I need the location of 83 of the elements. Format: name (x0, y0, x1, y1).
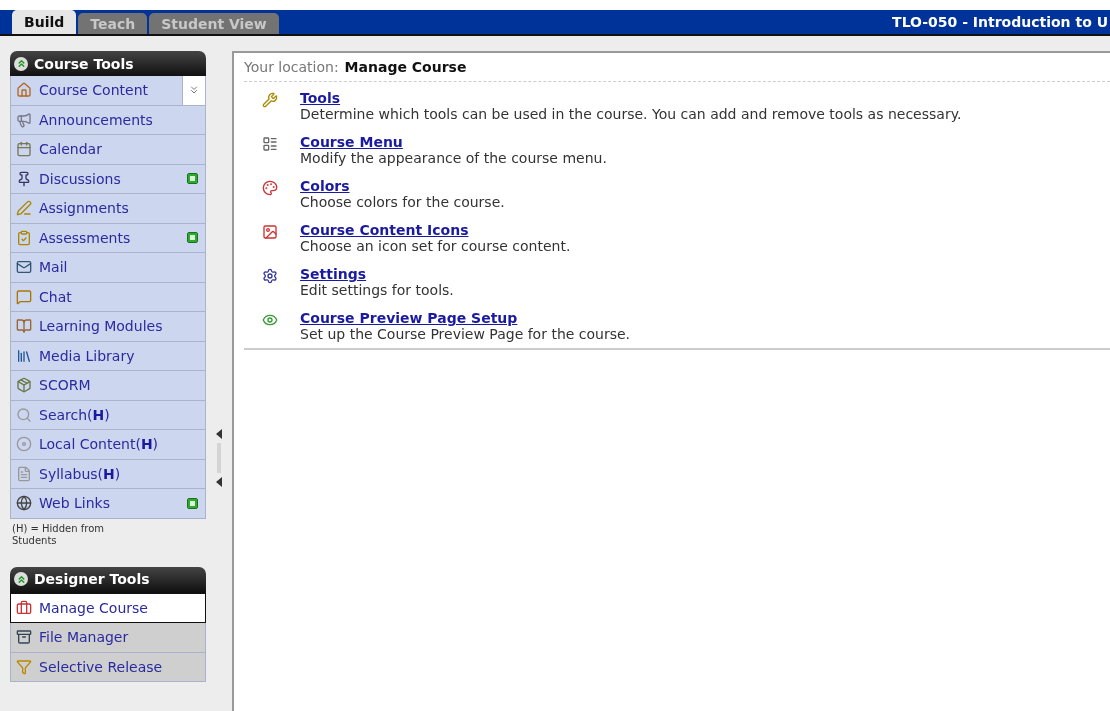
collapse-arrow-icon[interactable] (216, 477, 222, 487)
cabinet-icon (16, 629, 32, 646)
eye-icon (262, 312, 278, 328)
tool-description: Choose colors for the course. (300, 194, 505, 210)
menu-item[interactable]: Search(H) (10, 400, 206, 430)
tool-description: Edit settings for tools. (300, 282, 454, 298)
menu-item-label: Assessments (39, 229, 131, 246)
tool-description: Modify the appearance of the course menu. (300, 150, 607, 166)
menu-item-label: Search(H) (39, 406, 110, 423)
funnel-icon (16, 658, 32, 675)
location-label: Your location: (244, 59, 339, 75)
menu-item-label: Calendar (39, 141, 102, 158)
menu-item-label: Syllabus(H) (39, 465, 121, 482)
toolbox-icon (16, 599, 32, 616)
tool-link[interactable]: Course Preview Page Setup (300, 310, 631, 326)
menu-item[interactable]: Announcements (10, 105, 206, 135)
palette-icon (262, 180, 278, 196)
pin-icon (16, 170, 32, 187)
menu-item[interactable]: Chat (10, 282, 206, 312)
search-icon (16, 406, 32, 423)
course-title: TLO-050 - Introduction to U (892, 14, 1108, 30)
menu-item-label: Mail (39, 259, 68, 276)
clipboard-icon (16, 229, 32, 246)
menu-item-label: Learning Modules (39, 318, 163, 335)
book-icon (16, 318, 32, 335)
chevrons-up-icon (14, 572, 28, 586)
tool-link[interactable]: Course Content Icons (300, 222, 571, 238)
menu-item[interactable]: SCORM (10, 371, 206, 401)
tool-link[interactable]: Settings (300, 266, 454, 282)
tool-description: Determine which tools can be used in the course. You can add and remove tools as necessary. (300, 106, 962, 122)
menu-item-label: Local Content(H) (39, 436, 159, 453)
tool-description: Choose an icon set for course content. (300, 238, 571, 254)
image-icon (262, 224, 278, 240)
legend-note: (H) = Hidden from Students (11, 521, 105, 547)
tab[interactable]: Build (12, 10, 77, 34)
collapse-arrow-icon[interactable] (216, 429, 222, 439)
menu-item[interactable]: Calendar (10, 135, 206, 165)
tool-link[interactable]: Tools (300, 90, 962, 106)
chevrons-up-icon (14, 56, 28, 71)
envelope-icon (16, 259, 32, 276)
document-icon (16, 465, 32, 482)
library-icon (16, 347, 32, 364)
megaphone-icon (16, 111, 32, 128)
tool-description: Set up the Course Preview Page for the course. (300, 326, 631, 342)
calendar-icon (16, 141, 32, 158)
menu-item[interactable]: Manage Course (10, 591, 206, 623)
menu-item[interactable]: Mail (10, 253, 206, 283)
tool-link[interactable]: Course Menu (300, 134, 607, 150)
wrench-icon (262, 92, 278, 108)
menu-item[interactable]: Assignments (10, 194, 206, 224)
menu-item[interactable]: File Manager (10, 623, 206, 653)
menu-item-label: Discussions (39, 170, 121, 187)
menu-item-label: SCORM (39, 377, 91, 394)
menu-item-label: File Manager (39, 629, 129, 646)
menu-item[interactable]: Discussions (10, 164, 206, 194)
menu-item-label: Manage Course (39, 599, 148, 616)
menu-item-label: Course Content (39, 82, 148, 99)
menu-item-label: Assignments (39, 200, 129, 217)
tool-link[interactable]: Colors (300, 178, 505, 194)
location-value: Manage Course (344, 59, 467, 75)
menu-item[interactable]: Course Content (10, 76, 206, 106)
disc-icon (16, 436, 32, 453)
menu-item[interactable]: Selective Release (10, 652, 206, 682)
menu-item-label: Media Library (39, 347, 135, 364)
house-icon (16, 82, 32, 99)
menu-item-label: Selective Release (39, 658, 163, 675)
menu-item-label: Chat (39, 288, 72, 305)
section-title: Course Tools (34, 55, 134, 72)
menu-item[interactable]: Media Library (10, 341, 206, 371)
section-title: Designer Tools (34, 571, 150, 587)
speech-bubble-icon (16, 288, 32, 305)
menu-item[interactable]: Web Links (10, 489, 206, 519)
menu-item[interactable]: Local Content(H) (10, 430, 206, 460)
layout-icon (262, 136, 278, 152)
pen-icon (16, 200, 32, 217)
menu-item-label: Web Links (39, 495, 110, 512)
menu-item[interactable]: Syllabus(H) (10, 459, 206, 489)
globe-icon (16, 495, 32, 512)
package-icon (16, 377, 32, 394)
menu-item[interactable]: Assessments (10, 223, 206, 253)
settings-icon (262, 268, 278, 284)
menu-item-label: Announcements (39, 111, 153, 128)
menu-item[interactable]: Learning Modules (10, 312, 206, 342)
